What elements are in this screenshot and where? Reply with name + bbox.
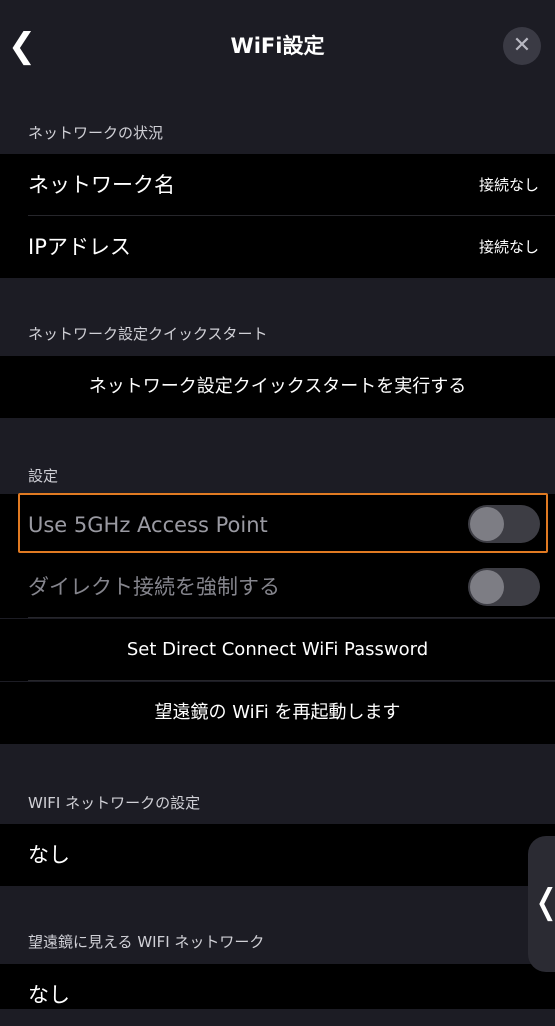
section-label-settings: 設定	[28, 467, 59, 485]
chevron-left-icon: ❬	[532, 880, 555, 924]
ip-address-value: 接続なし	[478, 238, 539, 256]
toggle-knob	[470, 570, 504, 604]
side-drawer-handle[interactable]: ❬	[528, 836, 555, 972]
section-label-wifi-network: WIFI ネットワークの設定	[28, 794, 201, 812]
visible-networks-row[interactable]: なし	[0, 964, 555, 1009]
network-name-value: 接続なし	[478, 176, 539, 194]
top-bar: ❮ WiFi設定 ✕	[0, 0, 555, 88]
section-label-network-status: ネットワークの状況	[28, 124, 164, 142]
divider	[28, 680, 555, 681]
set-password-button[interactable]: Set Direct Connect WiFi Password	[0, 619, 555, 681]
network-name-row: ネットワーク名 接続なし	[0, 154, 555, 216]
run-quickstart-label: ネットワーク設定クイックスタートを実行する	[88, 376, 467, 397]
restart-wifi-button[interactable]: 望遠鏡の WiFi を再起動します	[0, 682, 555, 744]
section-label-quickstart: ネットワーク設定クイックスタート	[28, 325, 268, 343]
section-label-visible-networks: 望遠鏡に見える WIFI ネットワーク	[28, 933, 265, 951]
wifi-network-row[interactable]: なし	[0, 824, 555, 886]
run-quickstart-button[interactable]: ネットワーク設定クイックスタートを実行する	[0, 356, 555, 418]
wifi-network-value: なし	[28, 843, 70, 867]
page-title: WiFi設定	[230, 34, 325, 58]
ip-address-label: IPアドレス	[28, 235, 131, 259]
close-icon[interactable]: ✕	[503, 27, 541, 65]
ip-address-row: IPアドレス 接続なし	[0, 216, 555, 278]
visible-networks-value: なし	[28, 983, 70, 1007]
network-name-label: ネットワーク名	[28, 173, 175, 197]
set-password-label: Set Direct Connect WiFi Password	[126, 639, 429, 660]
divider	[28, 617, 555, 618]
force-direct-label: ダイレクト接続を強制する	[28, 575, 280, 599]
force-direct-toggle[interactable]	[468, 568, 540, 606]
force-direct-row: ダイレクト接続を強制する	[0, 556, 555, 618]
focus-highlight	[18, 493, 548, 553]
restart-wifi-label: 望遠鏡の WiFi を再起動します	[154, 702, 401, 723]
